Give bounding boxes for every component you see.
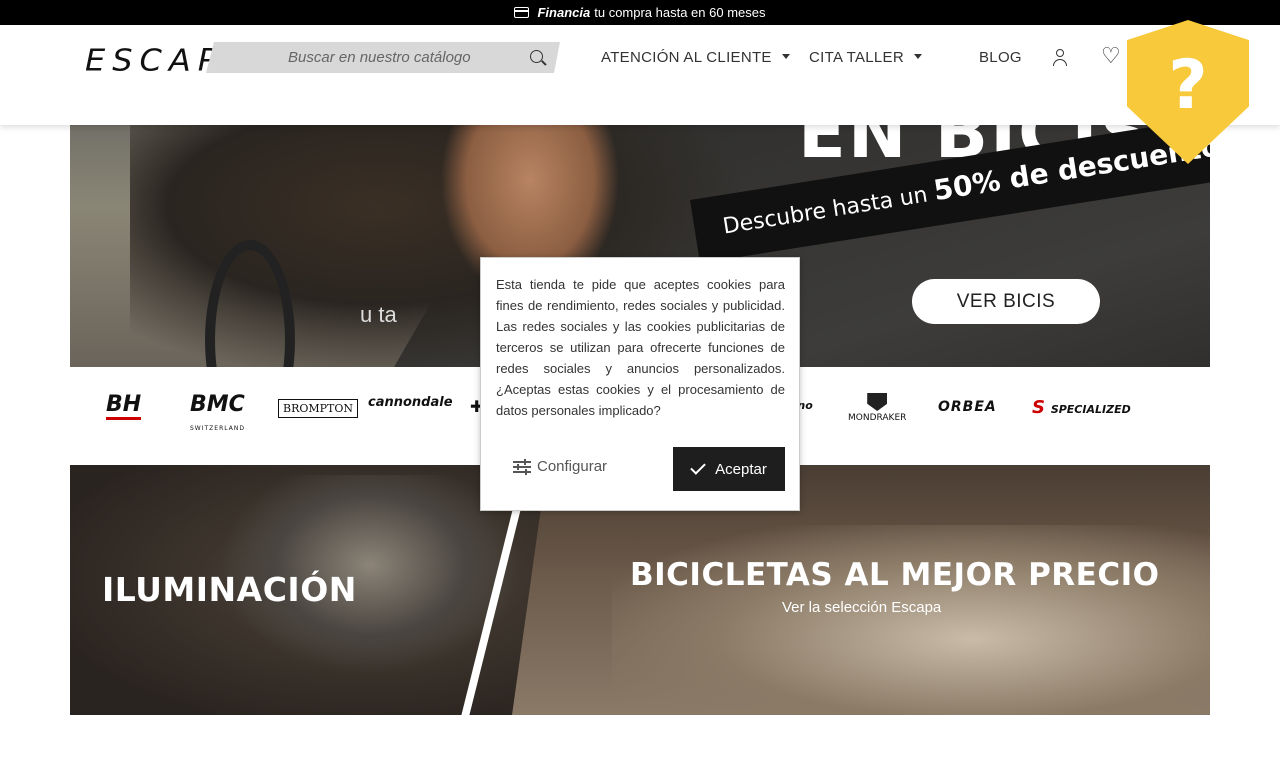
view-bikes-button[interactable]: VER BICIS	[912, 279, 1100, 324]
tile-bikes-title: BICICLETAS AL MEJOR PRECIO	[630, 557, 1160, 593]
cookie-consent-dialog: Esta tienda te pide que aceptes cookies …	[480, 257, 800, 511]
brand-specialized[interactable]: S SPECIALIZED	[1032, 397, 1131, 418]
check-icon	[690, 459, 706, 475]
specialized-mark-icon: S	[1032, 397, 1045, 418]
cookie-text: Esta tienda te pide que aceptes cookies …	[496, 277, 785, 418]
question-mark-icon: ?	[1168, 46, 1208, 125]
nav-blog-label: BLOG	[979, 49, 1022, 66]
user-icon-head	[1056, 49, 1064, 57]
nav-customer-service-label: ATENCIÓN AL CLIENTE	[601, 49, 772, 66]
brand-orbea[interactable]: ORBEA	[938, 399, 997, 415]
tile-bikes-subtitle[interactable]: Ver la selección Escapa	[782, 599, 941, 616]
nav-customer-service[interactable]: ATENCIÓN AL CLIENTE	[601, 49, 790, 66]
credit-card-icon	[514, 7, 530, 18]
cookie-configure-button[interactable]: Configurar	[513, 458, 607, 475]
tile-lighting-title: ILUMINACIÓN	[102, 570, 357, 609]
brand-bmc-label: BMC	[190, 392, 245, 417]
chevron-down-icon	[914, 53, 922, 59]
brand-mondraker-label: MONDRAKER	[848, 413, 907, 423]
cookie-configure-label: Configurar	[537, 458, 608, 475]
financing-highlight: Financia	[537, 5, 591, 20]
brand-cannondale[interactable]: cannondale	[368, 395, 453, 410]
hero-partial-text: u ta	[360, 302, 397, 327]
chevron-down-icon	[781, 53, 790, 59]
cookie-accept-button[interactable]: Aceptar	[673, 447, 785, 491]
user-icon-body	[1053, 59, 1067, 66]
search-input[interactable]	[206, 42, 516, 73]
user-icon[interactable]	[1052, 49, 1068, 67]
warehouse-image	[612, 525, 1210, 715]
nav-workshop[interactable]: CITA TALLER	[809, 49, 922, 66]
heart-icon[interactable]: ♡	[1101, 45, 1121, 67]
mondraker-shield-icon	[867, 393, 888, 411]
brand-bh[interactable]: BH	[106, 393, 142, 420]
brand-bmc-sub: SWITZERLAND	[190, 425, 245, 432]
site-header: ESCAPA ATENCIÓN AL CLIENTE CITA TALLER B…	[0, 25, 1280, 125]
nav-workshop-label: CITA TALLER	[809, 49, 904, 66]
nav-blog[interactable]: BLOG	[979, 49, 1022, 66]
brand-bmc[interactable]: BMC SWITZERLAND	[190, 393, 245, 441]
brand-mondraker[interactable]: MONDRAKER	[848, 393, 906, 423]
cookie-accept-label: Aceptar	[715, 460, 767, 478]
financing-text: tu compra hasta en 60 meses	[594, 5, 766, 20]
search-icon[interactable]	[530, 50, 543, 63]
brand-brompton[interactable]: BROMPTON	[278, 399, 359, 418]
tune-icon	[513, 458, 531, 475]
financing-bar[interactable]: Financia tu compra hasta en 60 meses	[0, 0, 1280, 25]
brand-specialized-label: SPECIALIZED	[1050, 403, 1131, 416]
search-bar	[206, 42, 560, 73]
